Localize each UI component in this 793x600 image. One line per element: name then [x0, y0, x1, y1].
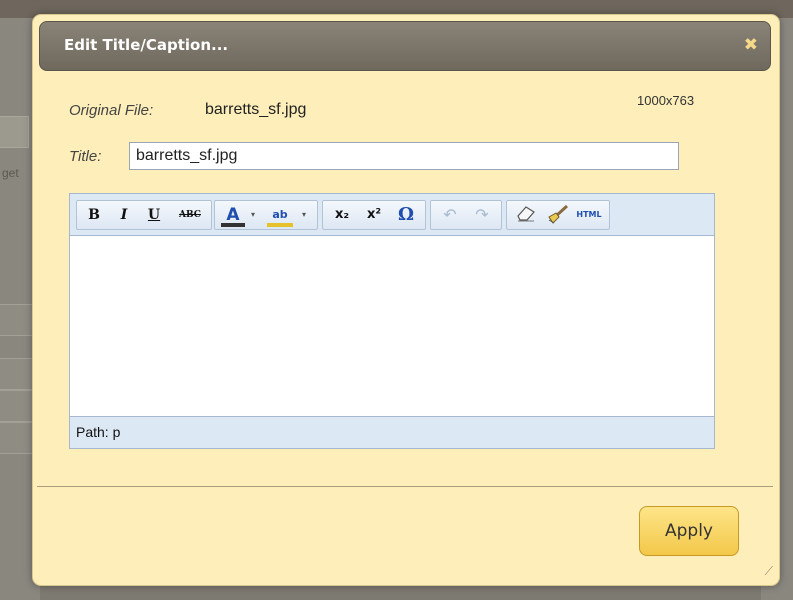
background-text: get: [2, 166, 19, 180]
background-row: [0, 422, 36, 454]
toolbar-group-history: ↶ ↷: [430, 200, 502, 230]
close-icon[interactable]: ✖: [744, 35, 758, 55]
editor-toolbar: B I U ABC A ▾ ab ▾ x₂ x² Ω ↶ ↷ HTML: [70, 194, 714, 236]
apply-button[interactable]: Apply: [639, 506, 739, 556]
background-row: [0, 390, 36, 422]
title-label: Title:: [69, 148, 102, 165]
clean-brush-icon[interactable]: [543, 204, 571, 226]
chevron-down-icon[interactable]: ▾: [299, 204, 309, 226]
font-color-swatch: [221, 223, 245, 227]
title-input[interactable]: [129, 142, 679, 170]
special-character-button[interactable]: Ω: [393, 204, 419, 226]
bold-button[interactable]: B: [83, 204, 105, 226]
eraser-icon[interactable]: [513, 204, 539, 226]
dialog-title: Edit Title/Caption...: [64, 36, 229, 54]
resize-grip-icon[interactable]: ⟋: [765, 564, 773, 579]
toolbar-group-insert: x₂ x² Ω: [322, 200, 426, 230]
caption-editor: B I U ABC A ▾ ab ▾ x₂ x² Ω ↶ ↷ HTML Path…: [69, 193, 715, 449]
toolbar-group-colors: A ▾ ab ▾: [214, 200, 318, 230]
underline-button[interactable]: U: [143, 204, 165, 226]
background-row: [0, 304, 36, 336]
editor-content-area[interactable]: [70, 236, 714, 416]
dialog-titlebar[interactable]: Edit Title/Caption... ✖: [39, 21, 771, 71]
superscript-button[interactable]: x²: [361, 204, 387, 226]
redo-icon[interactable]: ↷: [469, 204, 495, 226]
html-source-button[interactable]: HTML: [573, 204, 605, 226]
original-file-label: Original File:: [69, 102, 154, 119]
editor-path-bar: Path: p: [70, 416, 714, 448]
dialog-divider: [37, 486, 773, 487]
background-row: [0, 358, 36, 390]
subscript-button[interactable]: x₂: [329, 204, 355, 226]
toolbar-group-tools: HTML: [506, 200, 610, 230]
undo-icon[interactable]: ↶: [437, 204, 463, 226]
highlight-swatch: [267, 223, 293, 227]
toolbar-group-format: B I U ABC: [76, 200, 212, 230]
chevron-down-icon[interactable]: ▾: [248, 204, 258, 226]
background-tab: [0, 116, 29, 148]
image-dimensions: 1000x763: [637, 93, 695, 108]
italic-button[interactable]: I: [113, 204, 135, 226]
edit-caption-dialog: Edit Title/Caption... ✖ 1000x763 Origina…: [32, 14, 780, 586]
original-file-value: barretts_sf.jpg: [205, 101, 307, 118]
strikethrough-button[interactable]: ABC: [173, 204, 207, 226]
